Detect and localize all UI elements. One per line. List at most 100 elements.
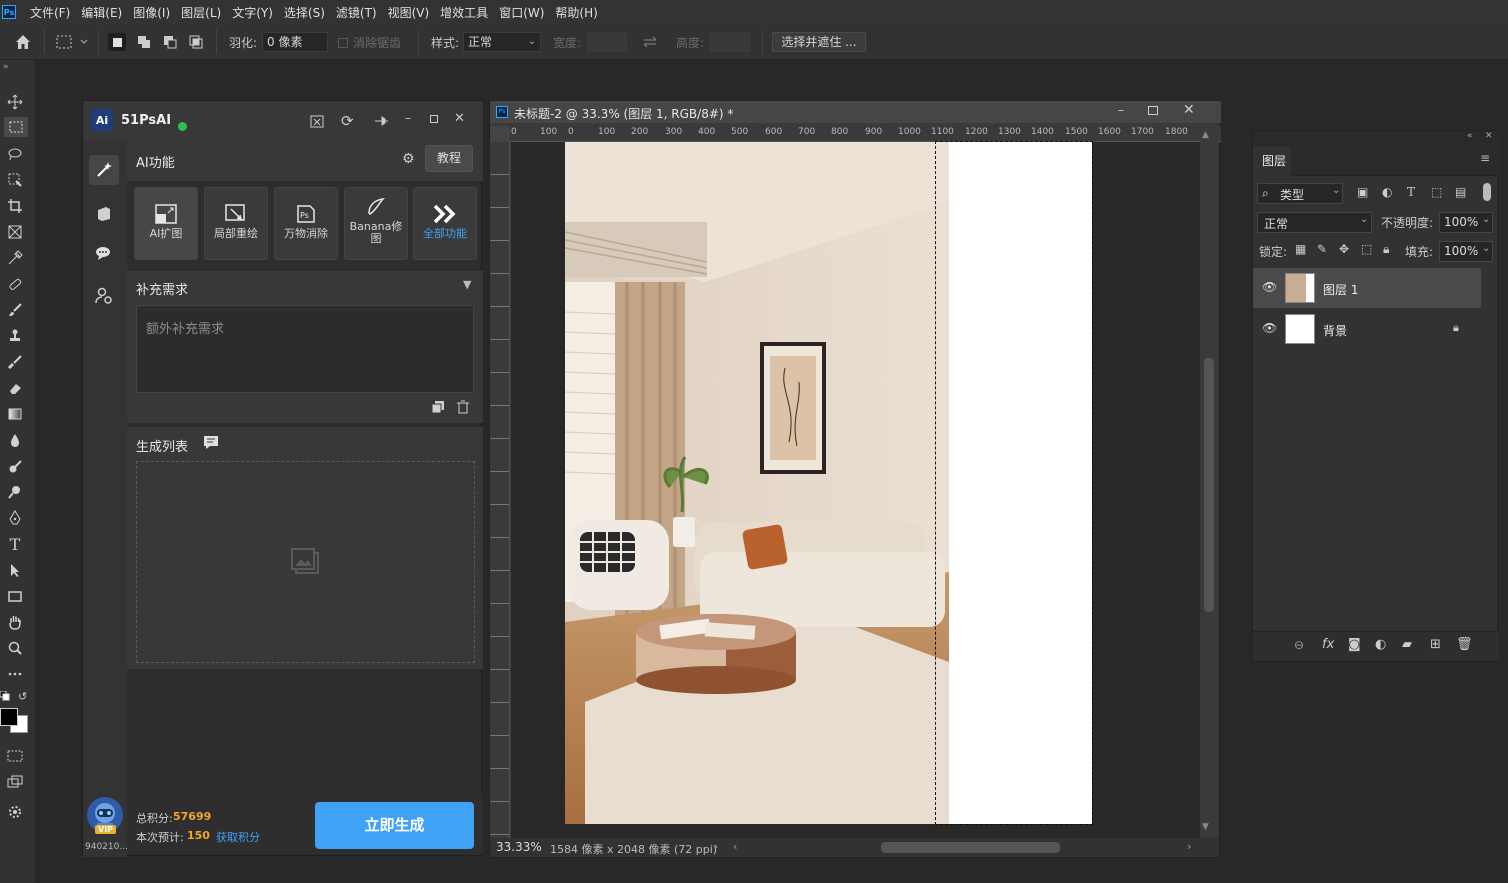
scroll-left-icon[interactable]: ‹ [733, 840, 737, 853]
quick-mask-icon[interactable] [5, 746, 25, 766]
menu-view[interactable]: 视图(V) [388, 4, 430, 21]
vertical-scrollbar[interactable]: ▲ ▼ [1200, 126, 1218, 838]
crop-tool-icon[interactable] [5, 196, 25, 216]
pin-icon[interactable] [373, 113, 389, 132]
edit-toolbar-icon[interactable] [5, 802, 25, 822]
lock-artboard-icon[interactable]: ⬚ [1361, 242, 1372, 256]
pen-tool-icon[interactable] [5, 508, 25, 528]
layer-name[interactable]: 图层 1 [1323, 281, 1358, 298]
move-tool-icon[interactable] [5, 92, 25, 112]
lasso-tool-icon[interactable] [5, 144, 25, 164]
supplement-header[interactable]: 补充需求 ▼ [127, 271, 483, 301]
visibility-eye-icon[interactable]: 👁︎ [1262, 280, 1277, 294]
menu-edit[interactable]: 编辑(E) [81, 4, 122, 21]
scroll-right-icon[interactable]: › [1187, 840, 1191, 853]
list-icon[interactable] [203, 435, 219, 452]
visibility-eye-icon[interactable]: 👁︎ [1262, 321, 1277, 335]
close-panel-icon[interactable]: ✕ [1485, 131, 1493, 141]
path-selection-tool-icon[interactable] [5, 560, 25, 580]
screenshot-icon[interactable] [309, 113, 325, 132]
menu-type[interactable]: 文字(Y) [232, 4, 273, 21]
all-features-card[interactable]: 全部功能 [413, 187, 477, 260]
eraser-tool-icon[interactable] [5, 378, 25, 398]
zoom-level[interactable]: 33.33% [496, 840, 542, 854]
menu-select[interactable]: 选择(S) [284, 4, 325, 21]
lock-all-icon[interactable]: 🔒︎ [1383, 242, 1389, 257]
select-and-mask-button[interactable]: 选择并遮住 ... [772, 32, 866, 52]
swap-colors-icon[interactable]: ↺ [18, 690, 30, 703]
add-mask-icon[interactable]: ◙ [1348, 637, 1361, 652]
menu-file[interactable]: 文件(F) [30, 4, 70, 21]
gradient-tool-icon[interactable] [5, 404, 25, 424]
opacity-input[interactable]: 100% ⌄ [1439, 212, 1493, 233]
subtract-selection-icon[interactable] [161, 33, 179, 51]
banana-retouch-card[interactable]: Banana修图 [344, 187, 408, 260]
adjustment-filter-icon[interactable]: ◐ [1382, 185, 1392, 199]
close-icon[interactable]: ✕ [454, 111, 465, 126]
canvas-area[interactable] [511, 141, 1200, 838]
tutorial-button[interactable]: 教程 [425, 145, 473, 172]
link-layers-icon[interactable]: ⊖ [1294, 638, 1304, 652]
object-selection-tool-icon[interactable] [5, 170, 25, 190]
selection-marquee[interactable] [935, 141, 1093, 825]
rectangular-marquee-tool-icon[interactable] [4, 117, 28, 137]
new-group-folder-icon[interactable]: ▰ [1402, 637, 1412, 652]
scroll-down-icon[interactable]: ▼ [1202, 822, 1209, 832]
layers-stack-icon[interactable] [95, 205, 113, 226]
user-settings-icon[interactable] [95, 287, 113, 308]
get-points-link[interactable]: 获取积分 [216, 829, 260, 845]
screen-mode-icon[interactable] [5, 772, 25, 792]
default-colors-icon[interactable] [0, 690, 10, 701]
magnify-brush-icon[interactable] [5, 482, 25, 502]
type-filter-icon[interactable]: T [1407, 185, 1415, 199]
menu-image[interactable]: 图像(I) [133, 4, 170, 21]
eyedropper-tool-icon[interactable] [5, 248, 25, 268]
refresh-icon[interactable]: ⟳ [341, 112, 354, 130]
horizontal-scroll-thumb[interactable] [881, 842, 1060, 853]
zoom-tool-icon[interactable] [5, 638, 25, 658]
home-icon[interactable] [14, 33, 32, 51]
filter-kind-select[interactable]: ⌕ 类型 ⌄ [1257, 183, 1343, 204]
more-tools-icon[interactable] [5, 664, 25, 684]
expand-icon[interactable]: » [3, 62, 9, 72]
vertical-scroll-thumb[interactable] [1204, 358, 1214, 612]
clone-stamp-tool-icon[interactable] [5, 326, 25, 346]
inpaint-card[interactable]: 局部重绘 [204, 187, 268, 260]
rectangle-tool-icon[interactable] [5, 586, 25, 606]
layer-row-layer1[interactable]: 👁︎ 图层 1 [1253, 268, 1481, 308]
hand-tool-icon[interactable] [5, 612, 25, 632]
minimize-icon[interactable]: – [405, 111, 411, 125]
doc-minimize-icon[interactable]: – [1118, 103, 1124, 117]
pixel-filter-icon[interactable]: ▣ [1357, 185, 1368, 199]
width-input[interactable] [587, 32, 627, 52]
menu-layer[interactable]: 图层(L) [181, 4, 221, 21]
new-layer-icon[interactable]: ⊞ [1430, 637, 1441, 652]
layer-name[interactable]: 背景 [1323, 322, 1347, 339]
delete-layer-trash-icon[interactable]: 🗑︎ [1456, 637, 1473, 652]
lock-position-icon[interactable]: ✥ [1339, 242, 1349, 256]
shape-filter-icon[interactable]: ⬚ [1431, 185, 1442, 199]
healing-brush-tool-icon[interactable] [5, 274, 25, 294]
marquee-preset-icon[interactable] [55, 33, 88, 51]
blur-tool-icon[interactable] [5, 430, 25, 450]
object-removal-card[interactable]: Ps 万物消除 [274, 187, 338, 260]
chat-icon[interactable] [94, 244, 114, 267]
menu-window[interactable]: 窗口(W) [499, 4, 544, 21]
doc-restore-icon[interactable] [1148, 106, 1158, 115]
history-brush-tool-icon[interactable] [5, 352, 25, 372]
layer-style-fx-icon[interactable]: fx [1322, 637, 1334, 652]
style-select[interactable]: 正常 ⌄ [463, 32, 541, 52]
blend-mode-select[interactable]: 正常 ⌄ [1257, 212, 1372, 233]
copy-icon[interactable] [431, 400, 445, 417]
supplement-textarea[interactable]: 额外补充需求 [136, 305, 474, 393]
layer-row-background[interactable]: 👁︎ 背景 🔒︎ [1253, 309, 1481, 349]
document-size-info[interactable]: 1584 像素 x 2048 像素 (72 ppi) [550, 841, 717, 857]
dodge-tool-icon[interactable] [5, 456, 25, 476]
smart-object-filter-icon[interactable]: ▤ [1455, 185, 1466, 199]
frame-tool-icon[interactable] [5, 222, 25, 242]
ai-expand-card[interactable]: AI扩图 [134, 187, 198, 260]
clear-trash-icon[interactable] [456, 400, 470, 417]
document-canvas[interactable] [565, 141, 1093, 825]
new-selection-icon[interactable] [108, 33, 126, 51]
intersect-selection-icon[interactable] [187, 33, 205, 51]
